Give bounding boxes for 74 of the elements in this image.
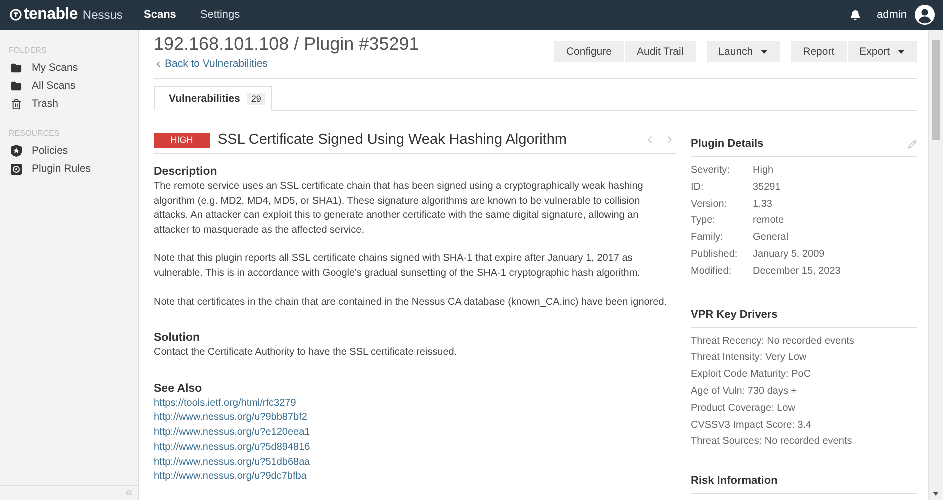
vulnerability-title: SSL Certificate Signed Using Weak Hashing Algorithm [218,132,568,148]
back-link[interactable]: Back to Vulnerabilities [154,58,420,70]
driver-line: Age of Vuln: 730 days + [691,384,798,399]
sidebar-item[interactable]: All Scans [0,77,138,95]
detail-label: Published: [691,248,739,262]
sidebar-item[interactable]: Trash [0,95,138,113]
detail-value: General [753,231,789,246]
detail-label: Modified: [691,264,733,279]
reference-link[interactable]: http://www.nessus.org/u?51db68aa [154,456,310,470]
severity-badge: HIGH [154,132,210,148]
detail-label: Version: [691,198,728,212]
count-badge: 29 [247,93,266,105]
panel-title: Plugin Details [691,138,764,150]
logo-product: Nessus [82,8,123,22]
sidebar-item[interactable]: My Scans [0,59,138,77]
section-heading: Description [154,166,218,178]
plugin-rules-icon [11,164,22,174]
driver-line: Product Coverage: Low [691,402,797,416]
reference-link[interactable]: https://tools.ietf.org/html/rfc3279 [154,396,296,412]
sidebar-item[interactable]: Plugin Rules [0,160,138,178]
detail-label: Severity: [691,164,731,178]
sidebar-section-title: RESOURCES [8,128,61,140]
scroll-down-icon[interactable] [933,492,939,496]
collapse-icon[interactable] [124,488,134,498]
trash-icon [11,98,22,110]
detail-label: Type: [691,214,716,228]
reference-link[interactable]: http://www.nessus.org/u?5d894816 [154,440,310,456]
detail-value: remote [753,214,784,228]
reference-link[interactable]: http://www.nessus.org/u?e120eea1 [154,426,310,441]
chevron-left-icon [154,60,163,68]
page-title: 192.168.101.108 / Plugin #35291 [154,34,420,55]
toolbar-button[interactable]: Audit Trail [624,41,696,62]
user-name[interactable]: admin [877,9,907,21]
nav-tab[interactable]: Settings [200,9,240,21]
driver-line: Threat Sources: No recorded events [691,435,854,450]
shield-star-icon [11,145,22,157]
scroll-thumb[interactable] [932,40,940,140]
section-paragraph: Note that certificates in the chain that are contained in the Nessus CA database (known_CA.inc) have been ignored. [154,296,668,310]
detail-value: 1.33 [753,198,772,212]
section-heading: See Also [154,382,204,395]
driver-line: Exploit Code Maturity: PoC [691,368,812,382]
section-paragraph: Contact the Certificate Authority to have the SSL certificate reissued. [154,346,458,360]
driver-line: Threat Intensity: Very Low [691,351,808,366]
detail-value: January 5, 2009 [753,248,825,262]
logo-brand: tenable [24,6,78,24]
detail-label: ID: [691,180,705,195]
toolbar-button[interactable]: Launch [706,41,780,62]
folder-icon [11,80,22,92]
panel-title: Risk Information [691,475,778,488]
sidebar-item[interactable]: Policies [0,142,138,160]
nav-tab[interactable]: Scans [144,9,176,21]
section-paragraph: Note that this plugin reports all SSL certificate chains signed with SHA-1 that expire after January 1, 2017 as vulnerable. This is in accordance with Google's gradual sunsetting of the SHA-1 cryptographic hash algorithm. [154,252,642,281]
toolbar-button[interactable]: Configure [554,41,624,62]
section-paragraph: The remote service uses an SSL certificate chain that has been signed using a cryptographically weak hashing algorithm (e.g. MD2, MD4, MD5, or SHA1). These signature algorithms are known to be vulnerable to collision attacks. An attacker can exploit this to generate another certificate with the same digital signature, allowing an attacker to masquerade as the affected service. [154,180,644,238]
reference-link[interactable]: http://www.nessus.org/u?9dc7bfba [154,470,307,485]
sidebar-section-title: FOLDERS [8,45,48,57]
edit-icon[interactable] [908,140,917,148]
panel-title: VPR Key Drivers [691,308,778,321]
driver-line: Threat Recency: No recorded events [691,334,856,349]
bell-icon[interactable] [850,10,862,20]
reference-link[interactable]: http://www.nessus.org/u?9bb87bf2 [154,411,308,426]
toolbar-button[interactable]: Report [791,41,847,62]
section-heading: Solution [154,332,201,344]
scrollbar[interactable] [928,30,943,500]
folder-icon [11,62,22,74]
driver-line: CVSSV3 Impact Score: 3.4 [691,418,813,433]
tab[interactable]: Vulnerabilities 29 [154,86,272,111]
detail-value: High [753,164,774,178]
toolbar-button[interactable]: Export [848,41,917,62]
detail-value: December 15, 2023 [753,264,841,279]
logo-icon [10,9,22,21]
detail-value: 35291 [753,180,781,195]
avatar-icon[interactable] [915,5,935,25]
detail-label: Family: [691,231,724,246]
